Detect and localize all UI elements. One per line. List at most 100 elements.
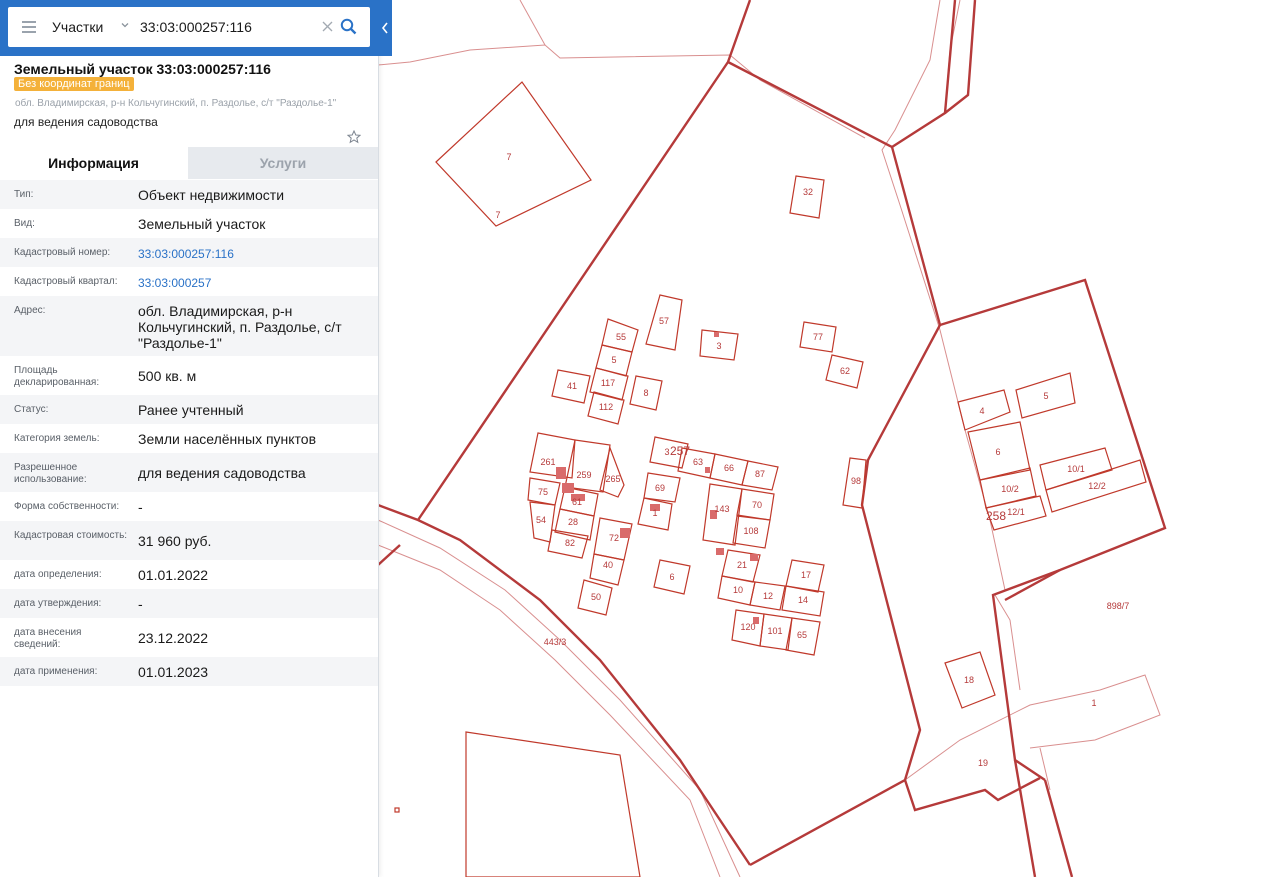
- parcel-label: 10/2: [1001, 484, 1019, 494]
- info-row-land-category: Категория земель: Земли населённых пункт…: [0, 424, 378, 453]
- layer-select[interactable]: Участки: [52, 7, 103, 47]
- parcels[interactable]: [394, 81, 1147, 877]
- parcel-label: 70: [752, 500, 762, 510]
- info-panel: Земельный участок 33:03:000257:116 Без к…: [0, 0, 379, 877]
- parcel-label: 55: [616, 332, 626, 342]
- parcel-label: 7: [506, 152, 511, 162]
- parcel-label: 3: [716, 341, 721, 351]
- info-row-cadastral-number: Кадастровый номер: 33:03:000257:116: [0, 238, 378, 267]
- search-box: Участки: [8, 7, 370, 47]
- parcel-label: 69: [655, 483, 665, 493]
- parcel-label: 66: [724, 463, 734, 473]
- info-label: дата утверждения:: [14, 598, 102, 609]
- parcel-label: 62: [840, 366, 850, 376]
- info-label: Кадастровая стоимость:: [14, 530, 128, 541]
- info-row-date-entered: дата внесения сведений: 23.12.2022: [0, 618, 378, 657]
- info-value: Земли населённых пунктов: [138, 431, 317, 447]
- search-bar: Участки: [0, 0, 392, 56]
- cadastral-quarter-link[interactable]: 33:03:000257: [138, 275, 363, 291]
- info-value: 01.01.2023: [138, 664, 209, 680]
- tab-services[interactable]: Услуги: [188, 147, 378, 179]
- info-row-date-applied: дата применения: 01.01.2023: [0, 657, 378, 686]
- parcel-label: 120: [740, 622, 755, 632]
- parcel-label: 98: [851, 476, 861, 486]
- search-input[interactable]: [140, 15, 318, 39]
- parcel-title: Земельный участок 33:03:000257:116: [14, 61, 271, 77]
- parcel-label: 261: [540, 457, 555, 467]
- parcel-label: 18: [964, 675, 974, 685]
- quarter-label-258: 258: [986, 509, 1006, 523]
- info-label: Разрешенное использование:: [14, 462, 87, 485]
- parcel-label: 10/1: [1067, 464, 1085, 474]
- parcel-label: 61: [572, 497, 582, 507]
- info-value: обл. Владимирская, р-н Кольчугинский, п.…: [138, 303, 342, 351]
- parcel-label: 1: [652, 508, 657, 518]
- info-value: Ранее учтенный: [138, 402, 244, 418]
- parcel-label: 75: [538, 487, 548, 497]
- info-row-date-determined: дата определения: 01.01.2022: [0, 560, 378, 589]
- info-label: Кадастровый квартал:: [14, 276, 118, 287]
- info-label: дата определения:: [14, 569, 102, 580]
- parcel-label: 28: [568, 517, 578, 527]
- parcel-label: 4: [979, 406, 984, 416]
- parcel-label: 143: [714, 504, 729, 514]
- parcel-label: 72: [609, 533, 619, 543]
- tab-info[interactable]: Информация: [0, 147, 187, 179]
- close-icon[interactable]: [322, 21, 333, 32]
- parcel-address-line: обл. Владимирская, р-н Кольчугинский, п.…: [15, 98, 337, 109]
- info-row-address: Адрес: обл. Владимирская, р-н Кольчугинс…: [0, 296, 378, 356]
- big-parcel-label: 898/7: [1107, 601, 1130, 611]
- parcel-label: 5: [611, 355, 616, 365]
- parcel-label: 117: [601, 378, 615, 388]
- cadastral-number-link[interactable]: 33:03:000257:116: [138, 246, 363, 262]
- info-value: Объект недвижимости: [138, 187, 285, 203]
- info-row-permitted-use: Разрешенное использование: для ведения с…: [0, 453, 378, 492]
- chevron-left-icon[interactable]: [378, 14, 392, 42]
- parcel-label: 54: [536, 515, 546, 525]
- parcel-label: 10: [733, 585, 743, 595]
- parcel-label: 77: [813, 332, 823, 342]
- parcel-label: 21: [737, 560, 747, 570]
- info-label: Статус:: [14, 404, 49, 415]
- info-row-status: Статус: Ранее учтенный: [0, 395, 378, 424]
- parcel-label: 6: [669, 572, 674, 582]
- info-label: Площадь декларированная:: [14, 365, 100, 388]
- search-icon[interactable]: [340, 18, 357, 35]
- parcel-label: 63: [693, 457, 703, 467]
- parcel-label: 108: [743, 526, 758, 536]
- star-icon[interactable]: [347, 130, 361, 144]
- info-value: Земельный участок: [138, 216, 266, 232]
- parcel-label: 14: [798, 595, 808, 605]
- info-row-date-approved: дата утверждения: -: [0, 589, 378, 618]
- info-label: дата применения:: [14, 666, 98, 677]
- parcel-label: 40: [603, 560, 613, 570]
- parcel-label: 3: [664, 447, 669, 457]
- info-value: -: [138, 499, 143, 515]
- parcel-label: 19: [978, 758, 988, 768]
- info-row-ownership: Форма собственности: -: [0, 492, 378, 521]
- menu-icon[interactable]: [22, 21, 36, 33]
- parcel-label: 12/2: [1088, 481, 1106, 491]
- info-value: 23.12.2022: [138, 630, 209, 646]
- chevron-down-icon[interactable]: [121, 21, 129, 29]
- parcel-label: 6: [995, 447, 1000, 457]
- parcel-label: 82: [565, 538, 575, 548]
- parcel-labels: 7 7 32 55 57 3 77 5 62 41 117 8 112 3 63…: [495, 152, 1129, 768]
- parcel-label: 57: [659, 316, 669, 326]
- parcel-label: 259: [576, 470, 591, 480]
- parcel-label: 12: [763, 591, 773, 601]
- info-label: Адрес:: [14, 305, 46, 316]
- parcel-label: 5: [1043, 391, 1048, 401]
- info-value: 31 960 руб.: [138, 533, 212, 549]
- info-label: дата внесения сведений:: [14, 627, 82, 650]
- info-row-area: Площадь декларированная: 500 кв. м: [0, 356, 378, 395]
- parcel-label: 265: [605, 474, 620, 484]
- info-row-cadastral-quarter: Кадастровый квартал: 33:03:000257: [0, 267, 378, 296]
- info-label: Вид:: [14, 218, 35, 229]
- info-value: -: [138, 596, 143, 612]
- info-label: Категория земель:: [14, 433, 100, 444]
- parcel-label: 112: [599, 402, 613, 412]
- info-label: Форма собственности:: [14, 501, 120, 512]
- quarter-label-257: 257: [670, 444, 690, 458]
- info-table: Тип: Объект недвижимости Вид: Земельный …: [0, 180, 378, 686]
